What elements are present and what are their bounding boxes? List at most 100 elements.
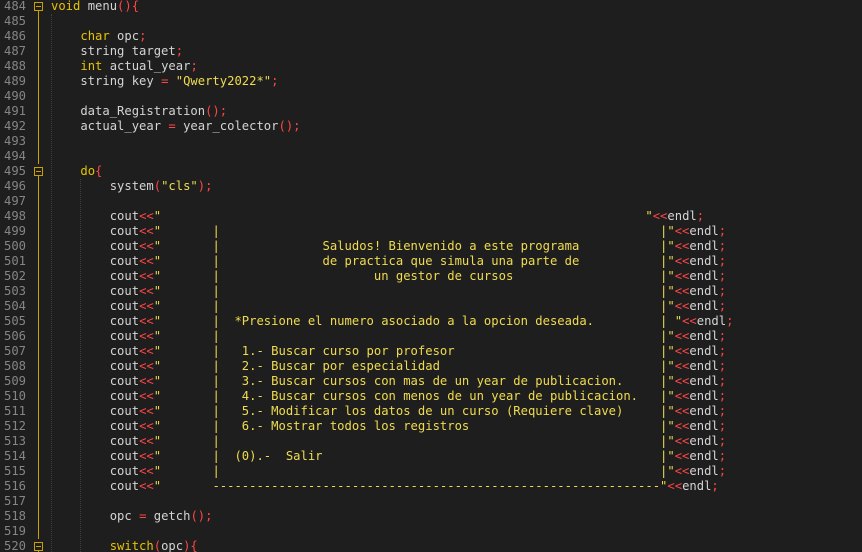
code-token: cout — [51, 404, 140, 418]
line-number: 485 — [4, 14, 27, 28]
code-line[interactable]: cout<<" | Saludos! Bienvenido a este pro… — [51, 239, 726, 254]
code-token: endl — [689, 434, 719, 448]
code-line[interactable]: cout<<" | 3.- Buscar cursos con mas de u… — [51, 374, 726, 389]
operator-token: ; — [718, 419, 727, 433]
code-line[interactable]: cout<<" | 2.- Buscar por especialidad |"… — [51, 359, 726, 374]
line-number: 487 — [4, 44, 27, 58]
code-line[interactable]: opc = getch(); — [51, 509, 213, 524]
line-number: 491 — [4, 104, 27, 118]
operator-token: << — [139, 434, 154, 448]
code-line[interactable]: string target; — [51, 44, 183, 59]
code-line[interactable]: char opc; — [51, 29, 146, 44]
operator-token: ; — [696, 209, 705, 223]
fold-collapse-icon[interactable] — [34, 542, 43, 551]
code-line[interactable]: data_Registration(); — [51, 104, 227, 119]
line-number: 508 — [4, 359, 27, 373]
code-token: cout — [51, 359, 140, 373]
code-token: endl — [689, 269, 719, 283]
string-token: " --------------------------------------… — [153, 479, 668, 493]
code-editor[interactable]: 484 485 486 487 488 489 490 491 492 493 494 495 496 4… — [0, 0, 862, 552]
code-line[interactable]: cout<<" | 4.- Buscar cursos con menos de… — [51, 389, 726, 404]
code-line[interactable]: cout<<" | (0).- Salir |"<<endl; — [51, 449, 726, 464]
operator-token: << — [139, 419, 154, 433]
operator-token: << — [139, 479, 154, 493]
operator-token: << — [139, 314, 154, 328]
line-number: 494 — [4, 149, 27, 163]
code-token: actual_year — [102, 59, 191, 73]
code-token: getch — [146, 509, 191, 523]
line-number: 509 — [4, 374, 27, 388]
code-line[interactable]: cout<<" | |"<<endl; — [51, 329, 726, 344]
keyword-token: int — [80, 59, 103, 73]
line-number: 501 — [4, 254, 27, 268]
code-token: cout — [51, 224, 140, 238]
fold-collapse-icon[interactable] — [34, 167, 43, 176]
operator-token: = — [168, 119, 176, 133]
string-token: " | 2.- Buscar por especialidad |" — [153, 359, 675, 373]
code-line[interactable]: system("cls"); — [51, 179, 213, 194]
operator-token: << — [139, 359, 154, 373]
code-token: string key — [51, 74, 162, 88]
code-token: cout — [51, 254, 140, 268]
operator-token: << — [674, 374, 690, 388]
code-token: endl — [689, 329, 719, 343]
operator-token: << — [674, 254, 690, 268]
code-line[interactable]: cout<<" | 6.- Mostrar todos los registro… — [51, 419, 726, 434]
code-line[interactable]: void menu(){ — [51, 0, 139, 14]
line-number: 517 — [4, 494, 27, 508]
code-line[interactable]: cout<<" | |"<<endl; — [51, 224, 726, 239]
code-line[interactable]: cout<<" | 1.- Buscar curso por profesor … — [51, 344, 726, 359]
operator-token: << — [674, 284, 690, 298]
code-token: endl — [667, 209, 697, 223]
operator-token: ; — [718, 464, 727, 478]
code-line[interactable]: actual_year = year_colector(); — [51, 119, 300, 134]
code-line[interactable]: cout<<" | un gestor de cursos |"<<endl; — [51, 269, 726, 284]
line-number: 507 — [4, 344, 27, 358]
code-line[interactable]: cout<<" | *Presione el numero asociado a… — [51, 314, 734, 329]
keyword-token: void — [51, 0, 81, 13]
operator-token: ; — [718, 374, 727, 388]
string-token: "cls" — [161, 179, 198, 193]
code-line[interactable]: cout<<" | |"<<endl; — [51, 284, 726, 299]
string-token: " | 3.- Buscar cursos con mas de un year… — [153, 374, 675, 388]
operator-token: << — [674, 449, 690, 463]
code-token: endl — [689, 239, 719, 253]
code-line[interactable]: cout<<" | |"<<endl; — [51, 434, 726, 449]
code-token: cout — [51, 419, 140, 433]
code-line[interactable]: cout<<" | 5.- Modificar los datos de un … — [51, 404, 726, 419]
indent-guide — [79, 179, 81, 552]
code-line[interactable]: string key = "Qwerty2022*"; — [51, 74, 278, 89]
code-line[interactable]: cout<<" | |"<<endl; — [51, 464, 726, 479]
string-token: " | 1.- Buscar curso por profesor |" — [153, 344, 675, 358]
code-line[interactable]: cout<<" "<<endl; — [51, 209, 704, 224]
code-token: endl — [689, 359, 719, 373]
line-number-gutter: 484 485 486 487 488 489 490 491 492 493 494 495 496 4… — [0, 0, 47, 552]
operator-token: (){ — [117, 0, 140, 13]
string-token: " " — [153, 209, 653, 223]
code-token: endl — [689, 464, 719, 478]
operator-token: ); — [197, 179, 213, 193]
line-number: 495 — [4, 164, 27, 178]
operator-token: ; — [718, 269, 727, 283]
fold-region-line — [38, 176, 39, 539]
operator-token: << — [652, 209, 668, 223]
operator-token: (); — [190, 509, 213, 523]
code-token: endl — [689, 254, 719, 268]
code-line[interactable]: cout<<" | de practica que simula una par… — [51, 254, 726, 269]
code-token: cout — [51, 209, 140, 223]
operator-token: ( — [153, 179, 162, 193]
keyword-token: do — [80, 164, 96, 178]
code-line[interactable]: int actual_year; — [51, 59, 197, 74]
code-line[interactable]: switch(opc){ — [51, 539, 198, 552]
code-line[interactable]: cout<<" | |"<<endl; — [51, 299, 726, 314]
string-token: " | 4.- Buscar cursos con menos de un ye… — [153, 389, 675, 403]
code-area[interactable]: void menu(){ char opc; string target; in… — [47, 0, 862, 552]
fold-collapse-icon[interactable] — [34, 2, 43, 11]
line-number: 490 — [4, 89, 27, 103]
code-line[interactable]: cout<<" --------------------------------… — [51, 479, 719, 494]
operator-token: ){ — [183, 539, 198, 552]
operator-token: << — [139, 374, 154, 388]
code-line[interactable]: do{ — [51, 164, 102, 179]
line-number: 486 — [4, 29, 27, 43]
